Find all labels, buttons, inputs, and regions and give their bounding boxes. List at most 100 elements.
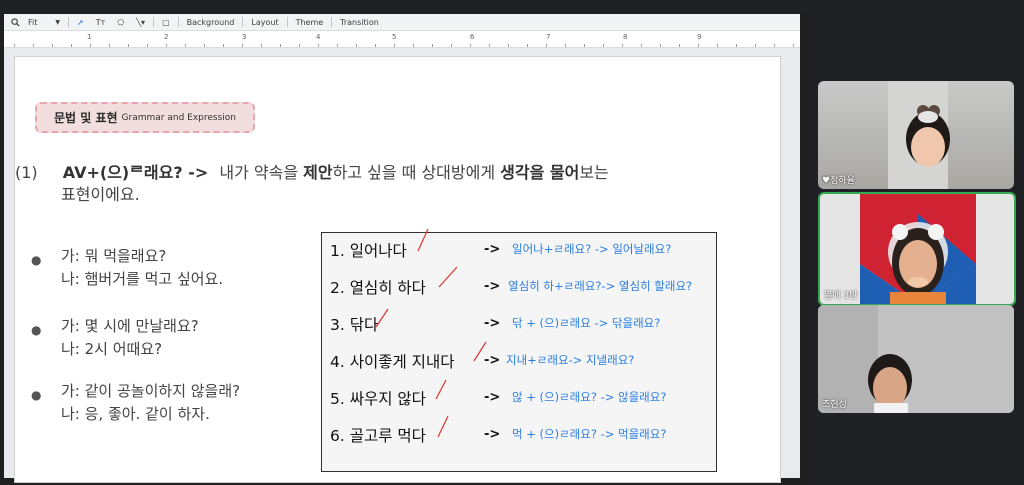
comment-icon: ▢ [162,17,170,27]
ruler-tick [90,44,91,47]
comment-button[interactable]: ▢ [156,14,176,30]
exercise-verb: 6. 골고루 먹다 [330,427,426,445]
grammar-point-line1: (1) AV+(으)ᄅ래요? -> 내가 약속을 제안하고 싶을 때 상대방에게… [15,159,609,183]
example-answer: 나: 햄버거를 먹고 싶어요. [61,270,224,288]
ruler-tick [470,44,471,47]
check-mark-icon [473,341,487,362]
chevron-down-icon: ▼ [55,18,61,26]
participant-tile[interactable]: 조현성 [818,305,1014,413]
ruler-number: 1 [87,33,92,41]
point-bold: 제안 [303,163,333,182]
example-question: 가: 같이 공놀이하지 않을래? [61,382,241,400]
ruler-tick [52,44,53,47]
example-answer: 나: 2시 어때요? [61,340,163,358]
ruler-number: 9 [697,33,702,41]
grammar-point-line2: 표현이에요. [61,185,140,204]
ruler-tick [33,44,34,47]
line-icon: ╲▾ [136,17,146,27]
check-mark-icon [435,379,447,400]
ruler-tick [223,44,224,47]
exercise-row: 1. 일어나다 -> 일어나+ㄹ래요? -> 일어날래요? [322,233,716,267]
ruler-tick [641,44,642,47]
ruler-tick [717,44,718,47]
exercise-verb: 2. 열심히 하다 [330,279,426,297]
ruler-tick [261,44,262,47]
ruler-number: 6 [470,33,475,41]
bullet: ● [31,388,42,402]
ruler-tick [147,44,148,47]
exercise-arrow: -> [484,279,501,294]
exercise-row: 5. 싸우지 않다 -> 않 + (으)ㄹ래요? -> 않을래요? [322,381,716,415]
exercise-arrow: -> [484,427,501,442]
slide-canvas[interactable]: 문법 및 표현 Grammar and Expression (1) AV+(으… [4,48,800,483]
theme-button[interactable]: Theme [290,14,330,30]
exercise-verb: 3. 닦다 [330,316,379,334]
exercise-row: 4. 사이좋게 지내다 -> 지내+ㄹ래요-> 지낼래요? [322,344,716,378]
ruler-number: 7 [546,33,551,41]
participant-video [818,305,1014,413]
zoom-control[interactable]: Fit ▼ [4,14,66,30]
slide[interactable]: 문법 및 표현 Grammar and Expression (1) AV+(으… [14,56,781,483]
example-2: 가: 몇 시에 만날래요? 나: 2시 어때요? [61,315,199,361]
transition-button[interactable]: Transition [334,14,385,30]
ruler-tick [109,44,110,47]
exercise-verb: 1. 일어나다 [330,242,407,260]
bullet: ● [31,253,42,267]
ruler-tick [603,44,604,47]
select-tool-button[interactable]: ➚ [71,14,90,30]
exercise-row: 2. 열심히 하다 -> 열심히 하+ㄹ래요?-> 열심히 할래요? [322,270,716,304]
divider [331,17,333,27]
ruler-tick [508,44,509,47]
ruler-tick [451,44,452,47]
divider [286,17,288,27]
point-text: 하고 싶을 때 상대방에게 [332,163,496,182]
horizontal-ruler: 1 2 3 4 5 6 7 8 9 [4,31,800,48]
check-mark-icon [375,308,389,328]
grammar-badge: 문법 및 표현 Grammar and Expression [35,102,255,133]
divider [177,17,179,27]
point-number: (1) [15,163,38,182]
check-mark-icon [438,266,458,288]
ruler-tick [698,44,699,47]
ruler-tick [394,44,395,47]
example-question: 가: 뭐 먹을래요? [61,247,167,265]
divider [68,17,70,27]
ruler-tick [793,44,794,47]
participant-tile-active[interactable]: 열매 3반 [818,192,1016,306]
ruler-tick [660,44,661,47]
ruler-tick [565,44,566,47]
layout-button[interactable]: Layout [245,14,284,30]
participant-tile[interactable]: ♥정하율 [818,81,1014,189]
line-button[interactable]: ╲▾ [130,14,151,30]
divider [242,17,244,27]
badge-korean: 문법 및 표현 [53,111,118,125]
ruler-tick [185,44,186,47]
slides-toolbar: Fit ▼ ➚ Tт ⬠ ╲▾ ▢ Background Layout Them… [4,14,800,31]
point-text: 보는 [579,163,609,182]
background-button[interactable]: Background [181,14,241,30]
point-bold: 생각을 물어 [500,163,580,182]
ruler-number: 8 [623,33,628,41]
ruler-tick [299,44,300,47]
bullet: ● [31,323,42,337]
ruler-tick [71,44,72,47]
ruler-tick [546,44,547,47]
ruler-tick [337,44,338,47]
shape-button[interactable]: ⬠ [111,14,130,30]
exercise-answer: 지내+ㄹ래요-> 지낼래요? [506,353,635,367]
participant-name: 조현성 [822,400,847,410]
ruler-tick [280,44,281,47]
ruler-tick [584,44,585,47]
ruler-tick [679,44,680,47]
text-box-button[interactable]: Tт [90,14,112,30]
point-text: 내가 약속을 [219,163,299,182]
example-answer: 나: 응, 좋아. 같이 하자. [61,405,210,423]
ruler-number: 3 [242,33,247,41]
zoom-value: Fit [28,17,38,27]
check-mark-icon [437,415,449,438]
exercise-answer: 열심히 하+ㄹ래요?-> 열심히 할래요? [508,279,693,293]
ruler-tick [166,44,167,47]
ruler-tick [527,44,528,47]
exercise-verb: 5. 싸우지 않다 [330,390,426,408]
exercise-arrow: -> [484,390,501,405]
